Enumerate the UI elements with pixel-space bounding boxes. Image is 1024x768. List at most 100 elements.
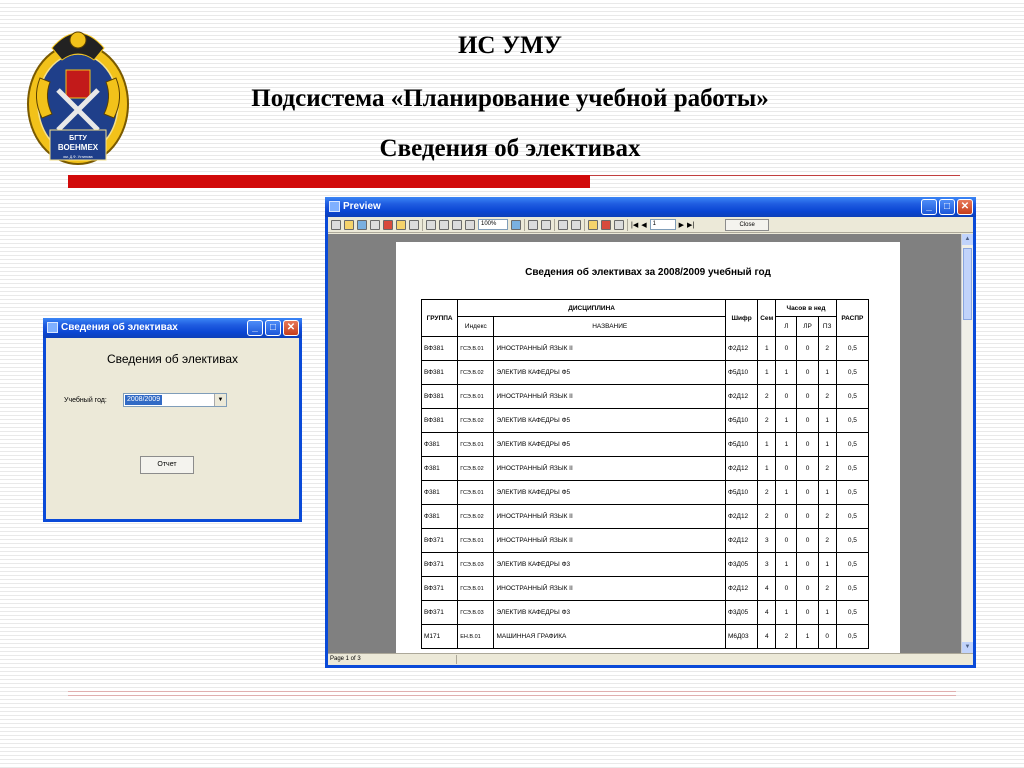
edit-icon[interactable] <box>588 219 598 230</box>
year-label: Учебный год: <box>64 397 107 404</box>
cell-lr: 0 <box>796 480 819 505</box>
cell-lr: 0 <box>796 504 819 529</box>
open-icon[interactable] <box>344 219 354 230</box>
cell-l: 0 <box>775 456 798 481</box>
header-l: Л <box>775 316 798 337</box>
cell-lr: 0 <box>796 384 819 409</box>
next-page-icon[interactable]: ▶ <box>679 221 684 229</box>
year-select[interactable]: 2008/2009 ▼ <box>123 393 227 407</box>
zoom-icon[interactable] <box>571 219 581 230</box>
cell-raspr: 0,5 <box>835 360 870 385</box>
email-icon[interactable] <box>396 219 406 230</box>
cell-group: ВФ381 <box>420 360 459 385</box>
report-button[interactable]: Отчет <box>140 456 194 474</box>
cell-sem: 2 <box>757 408 777 433</box>
cell-pz: 1 <box>817 552 837 577</box>
cell-name: ИНОСТРАННЫЙ ЯЗЫК II <box>493 456 726 481</box>
close-button[interactable]: ✕ <box>957 199 973 215</box>
table-row: ВФ381 ГСЭ.В.01 ИНОСТРАННЫЙ ЯЗЫК II Ф2Д12 2 0 0… <box>420 384 870 409</box>
accent-bar <box>68 175 590 188</box>
four-pages-icon[interactable] <box>452 219 462 230</box>
cell-l: 1 <box>775 360 798 385</box>
electives-dialog: Сведения об элективах _ □ ✕ Сведения об … <box>43 318 302 522</box>
two-pages-icon[interactable] <box>439 219 449 230</box>
cell-code: Ф2Д12 <box>724 336 759 361</box>
cell-raspr: 0,5 <box>835 576 870 601</box>
page-input[interactable]: 1 <box>649 219 676 230</box>
cell-raspr: 0,5 <box>835 432 870 457</box>
outline-icon[interactable] <box>528 219 538 230</box>
table-row: ВФ371 ГСЭ.В.01 ИНОСТРАННЫЙ ЯЗЫК II Ф2Д12 3 0 0… <box>420 528 870 553</box>
new-page-icon[interactable] <box>614 219 624 230</box>
preview-area[interactable]: Сведения об элективах за 2008/2009 учебн… <box>328 234 961 653</box>
page-width-icon[interactable] <box>511 219 521 230</box>
table-row: Ф381 ГСЭ.В.02 ИНОСТРАННЫЙ ЯЗЫК II Ф2Д12 1 0 0 2… <box>420 456 870 481</box>
scroll-down-icon[interactable]: ▼ <box>962 642 973 653</box>
zoom-select[interactable]: 100% <box>478 219 508 230</box>
cell-name: ЭЛЕКТИВ КАФЕДРЫ Ф5 <box>493 360 726 385</box>
print-icon[interactable] <box>331 219 341 230</box>
cell-l: 2 <box>775 624 798 649</box>
cell-l: 1 <box>775 408 798 433</box>
minimize-button[interactable]: _ <box>921 199 937 215</box>
dialog-titlebar[interactable]: Сведения об элективах _ □ ✕ <box>43 318 302 338</box>
cell-name: ЭЛЕКТИВ КАФЕДРЫ Ф5 <box>493 408 726 433</box>
cell-index: ГСЭ.В.02 <box>457 408 495 433</box>
setup-icon[interactable] <box>370 219 380 230</box>
table-row: ВФ381 ГСЭ.В.01 ИНОСТРАННЫЙ ЯЗЫК II Ф2Д12 1 0 0… <box>420 336 870 361</box>
prev-page-icon[interactable]: ◀ <box>641 221 646 229</box>
delete-page-icon[interactable] <box>601 219 611 230</box>
app-icon <box>329 201 340 212</box>
cell-group: ВФ381 <box>420 408 459 433</box>
first-page-icon[interactable]: |◀ <box>631 221 638 229</box>
multi-pages-icon[interactable] <box>465 219 475 230</box>
cell-l: 1 <box>775 432 798 457</box>
cell-group: Ф381 <box>420 456 459 481</box>
hand-icon[interactable] <box>558 219 568 230</box>
maximize-button[interactable]: □ <box>939 199 955 215</box>
dialog-title: Сведения об элективах <box>61 322 178 333</box>
cell-l: 0 <box>775 384 798 409</box>
scroll-up-icon[interactable]: ▲ <box>962 234 973 245</box>
cell-pz: 2 <box>817 576 837 601</box>
last-page-icon[interactable]: ▶| <box>687 221 694 229</box>
close-preview-button[interactable]: Close <box>725 218 770 231</box>
cell-lr: 0 <box>796 360 819 385</box>
one-page-icon[interactable] <box>426 219 436 230</box>
cell-l: 1 <box>775 552 798 577</box>
scroll-thumb[interactable] <box>963 248 972 320</box>
year-value: 2008/2009 <box>125 395 163 405</box>
close-button[interactable]: ✕ <box>283 320 299 336</box>
cell-index: ЕН.В.01 <box>457 624 495 649</box>
cell-lr: 0 <box>796 336 819 361</box>
cell-pz: 2 <box>817 504 837 529</box>
cell-pz: 1 <box>817 432 837 457</box>
chevron-down-icon[interactable]: ▼ <box>214 394 226 406</box>
cell-name: ИНОСТРАННЫЙ ЯЗЫК II <box>493 336 726 361</box>
cell-lr: 0 <box>796 456 819 481</box>
cell-name: ЭЛЕКТИВ КАФЕДРЫ Ф3 <box>493 600 726 625</box>
preview-titlebar[interactable]: Preview _ □ ✕ <box>325 197 976 217</box>
cell-code: Ф2Д12 <box>724 384 759 409</box>
cell-sem: 3 <box>757 528 777 553</box>
thumbnails-icon[interactable] <box>541 219 551 230</box>
maximize-button[interactable]: □ <box>265 320 281 336</box>
save-icon[interactable] <box>357 219 367 230</box>
cell-l: 0 <box>775 336 798 361</box>
header-raspr: РАСПР <box>835 299 870 337</box>
find-icon[interactable] <box>409 219 419 230</box>
vertical-scrollbar[interactable]: ▲ ▼ <box>961 234 973 653</box>
cell-raspr: 0,5 <box>835 528 870 553</box>
cell-code: Ф3Д05 <box>724 552 759 577</box>
cell-name: ИНОСТРАННЫЙ ЯЗЫК II <box>493 504 726 529</box>
table-row: ВФ381 ГСЭ.В.02 ЭЛЕКТИВ КАФЕДРЫ Ф5 Ф5Д10 1 1 0 1… <box>420 360 870 385</box>
pdf-icon[interactable] <box>383 219 393 230</box>
cell-pz: 1 <box>817 600 837 625</box>
cell-pz: 0 <box>817 624 837 649</box>
minimize-button[interactable]: _ <box>247 320 263 336</box>
cell-raspr: 0,5 <box>835 600 870 625</box>
header-discipline: ДИСЦИПЛИНА <box>457 299 726 317</box>
table-row: Ф381 ГСЭ.В.01 ЭЛЕКТИВ КАФЕДРЫ Ф5 Ф5Д10 2 1 0 1 0… <box>420 480 870 505</box>
cell-lr: 0 <box>796 600 819 625</box>
cell-raspr: 0,5 <box>835 336 870 361</box>
